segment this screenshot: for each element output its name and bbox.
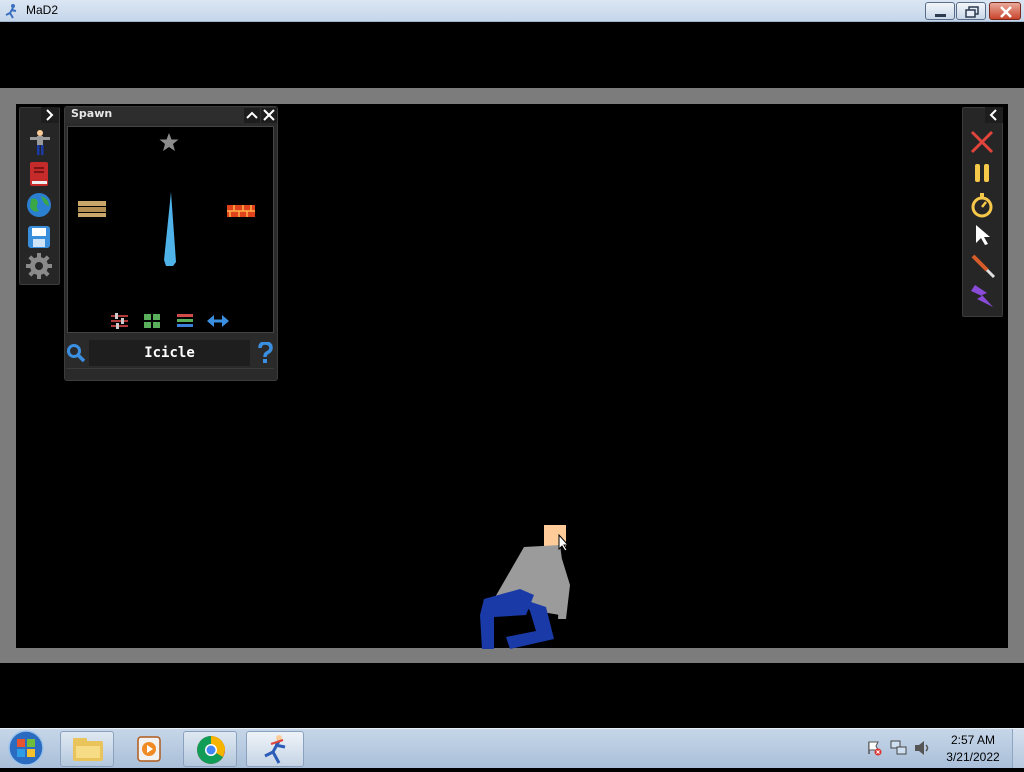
- globe-icon[interactable]: [25, 191, 53, 219]
- list-icon: [177, 314, 193, 327]
- start-button[interactable]: [6, 729, 46, 771]
- search-button[interactable]: [66, 343, 86, 367]
- icicle-icon: [164, 192, 176, 266]
- window-title: MaD2: [26, 3, 59, 17]
- windows-start-icon: [8, 730, 44, 766]
- knife-icon: [971, 254, 996, 279]
- delete-tool-button[interactable]: [969, 129, 995, 159]
- save-disk-icon[interactable]: [25, 223, 53, 251]
- lightning-tool-button[interactable]: [969, 283, 997, 315]
- taskbar-media-player-button[interactable]: [120, 731, 178, 767]
- brick-icon: [227, 205, 255, 217]
- taskbar-chrome-button[interactable]: [183, 731, 237, 767]
- chrome-icon: [197, 736, 225, 764]
- icicle-item[interactable]: [162, 190, 178, 272]
- mouse-cursor-icon: [558, 534, 570, 552]
- help-button[interactable]: [256, 341, 274, 368]
- left-toolbar-expand-button[interactable]: [41, 107, 59, 123]
- windows-explorer-icon: [73, 738, 103, 761]
- spawn-search-input[interactable]: Icicle: [89, 340, 250, 366]
- pause-button[interactable]: [970, 161, 994, 189]
- list-view-button[interactable]: [176, 312, 194, 334]
- spawn-panel-title: Spawn: [71, 107, 113, 120]
- cursor-icon: [976, 225, 990, 245]
- swap-button[interactable]: [206, 313, 230, 333]
- media-player-icon: [137, 736, 161, 762]
- swap-arrows-icon: [207, 315, 229, 327]
- close-window-button[interactable]: [989, 2, 1021, 20]
- network-icon[interactable]: [890, 740, 908, 760]
- search-icon: [67, 344, 86, 363]
- taskbar-explorer-button[interactable]: [60, 731, 114, 767]
- action-center-icon[interactable]: [866, 740, 882, 760]
- filter-sliders-button[interactable]: [110, 312, 130, 334]
- volume-icon[interactable]: [914, 740, 932, 760]
- window-titlebar: [0, 0, 1024, 22]
- ragdoll-tool-icon[interactable]: [25, 128, 53, 156]
- stopwatch-icon: [971, 193, 993, 218]
- star-icon: [159, 133, 179, 151]
- book-icon[interactable]: [25, 160, 53, 188]
- slow-motion-button[interactable]: [970, 192, 994, 222]
- wooden-planks-item[interactable]: [78, 200, 106, 222]
- right-toolbar-expand-button[interactable]: [985, 107, 1003, 123]
- sliders-icon: [111, 313, 128, 329]
- help-question-icon: [258, 341, 273, 363]
- delete-x-icon: [970, 130, 994, 154]
- clock-time[interactable]: 2:57 AM: [936, 733, 1010, 747]
- pause-icon: [975, 164, 989, 182]
- app-icon: [4, 3, 18, 19]
- spawn-close-button[interactable]: [261, 108, 277, 123]
- knife-tool-button[interactable]: [969, 252, 997, 284]
- minimize-button[interactable]: [925, 2, 955, 20]
- show-desktop-button[interactable]: [1012, 729, 1024, 768]
- lightning-icon: [971, 285, 993, 307]
- mad2-icon: [264, 735, 286, 764]
- clock-date[interactable]: 3/21/2022: [936, 750, 1010, 764]
- star-item[interactable]: [158, 132, 180, 156]
- planks-icon: [78, 201, 106, 217]
- spawn-panel-footer: [66, 368, 274, 380]
- restore-button[interactable]: [956, 2, 986, 20]
- brick-item[interactable]: [227, 203, 255, 222]
- spawn-collapse-button[interactable]: [244, 108, 260, 123]
- select-tool-button[interactable]: [973, 223, 993, 251]
- taskbar-mad2-button[interactable]: [246, 731, 304, 767]
- settings-gear-icon[interactable]: [25, 252, 53, 280]
- grid-view-button[interactable]: [143, 312, 161, 334]
- grid-icon: [144, 314, 160, 328]
